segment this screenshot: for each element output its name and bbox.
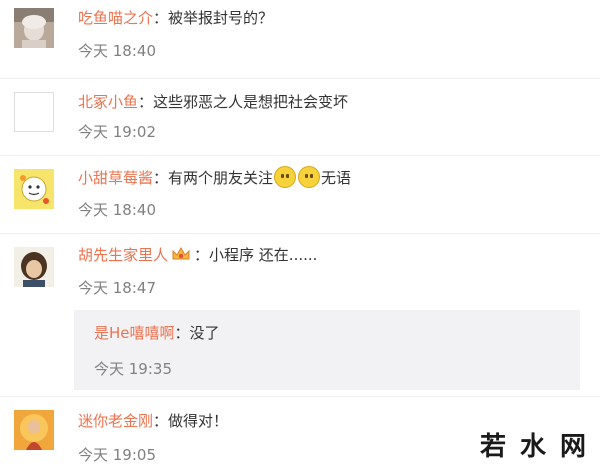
reply-text: 没了: [189, 324, 220, 342]
reply-time: 今天 19:35: [94, 360, 172, 378]
avatar[interactable]: [14, 169, 54, 209]
crown-badge-icon: [171, 246, 191, 262]
avatar[interactable]: [14, 92, 54, 132]
avatar[interactable]: [14, 247, 54, 287]
comment-username[interactable]: 小甜草莓酱: [78, 169, 153, 187]
watermark: 若水网: [462, 428, 600, 475]
reply-separator: ：: [174, 324, 190, 342]
comment-text: 被举报封号的？: [168, 9, 274, 27]
avatar[interactable]: [14, 410, 54, 450]
grin-emoji-icon: [274, 166, 297, 188]
comment-separator: ：: [153, 169, 169, 187]
comment-text: 做得对！: [168, 412, 229, 430]
comment-separator: ：: [153, 9, 169, 27]
comment-separator: ：: [153, 412, 169, 430]
avatar[interactable]: [14, 8, 54, 48]
reply-box: 是He嘻嘻啊：没了 今天 19:35: [74, 310, 580, 390]
comment-separator: ：: [138, 93, 154, 111]
reply-username[interactable]: 是He嘻嘻啊: [94, 324, 175, 342]
comment-separator: ：: [194, 246, 210, 264]
comment-time: 今天 18:47: [78, 279, 156, 297]
comment-username[interactable]: 迷你老金刚: [78, 412, 153, 430]
comment-item: 小甜草莓酱：有两个朋友关注 无语 今天 18:40: [0, 155, 600, 233]
comment-username[interactable]: 吃鱼喵之介: [78, 9, 153, 27]
comment-item: 吃鱼喵之介：被举报封号的？ 今天 18:40: [0, 0, 600, 78]
comment-text: 有两个朋友关注: [168, 169, 274, 187]
grin-emoji-icon: [298, 166, 321, 188]
comment-text: 小程序 还在......: [209, 246, 318, 264]
comment-text: 这些邪恶之人是想把社会变坏: [153, 93, 349, 111]
comment-item: 北冢小鱼：这些邪恶之人是想把社会变坏 今天 19:02: [0, 78, 600, 155]
comment-text: 无语: [321, 169, 352, 187]
comment-username[interactable]: 胡先生家里人: [78, 246, 168, 264]
watermark-text: 若水网: [480, 432, 600, 462]
comment-time: 今天 19:05: [78, 446, 156, 464]
comment-time: 今天 19:02: [78, 123, 156, 141]
comment-time: 今天 18:40: [78, 201, 156, 219]
comment-time: 今天 18:40: [78, 42, 156, 60]
comment-username[interactable]: 北冢小鱼: [78, 93, 138, 111]
